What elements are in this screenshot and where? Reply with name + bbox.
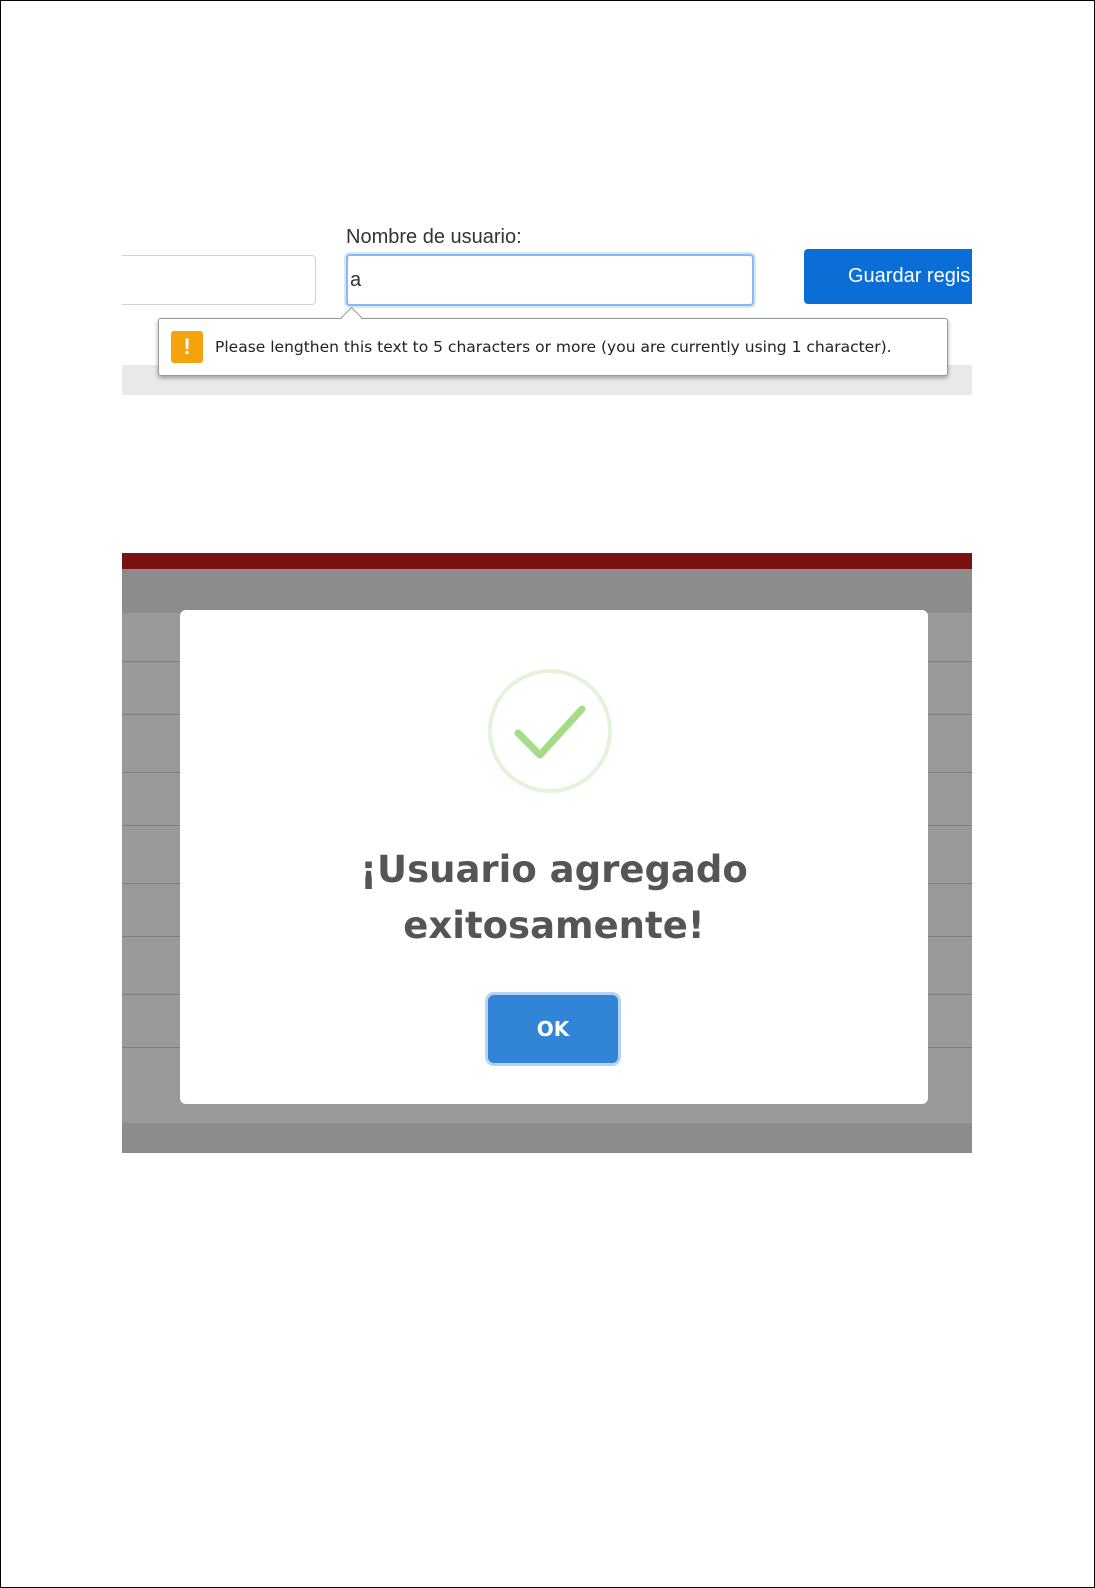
header-bar — [122, 553, 972, 569]
success-modal-panel: ¡Usuario agregado exitosamente! OK — [122, 553, 972, 1153]
validation-tooltip: ! Please lengthen this text to 5 charact… — [158, 318, 948, 376]
success-check-icon — [488, 669, 612, 793]
dialog-title-line-1: ¡Usuario agregado — [360, 848, 748, 891]
username-label: Nombre de usuario: — [346, 226, 522, 248]
success-dialog: ¡Usuario agregado exitosamente! OK — [180, 610, 928, 1104]
username-input[interactable] — [346, 254, 754, 306]
dialog-title-line-2: exitosamente! — [403, 904, 705, 947]
warning-icon: ! — [171, 331, 203, 363]
table-footer-shade — [122, 1123, 972, 1153]
dialog-title: ¡Usuario agregado exitosamente! — [180, 842, 928, 954]
ok-button[interactable]: OK — [488, 995, 618, 1063]
previous-field-input[interactable] — [122, 255, 316, 305]
validation-message: Please lengthen this text to 5 character… — [215, 338, 892, 356]
registration-form-panel: Nombre de usuario: Guardar regis ! Pleas… — [122, 200, 972, 395]
save-record-button[interactable]: Guardar regis — [804, 249, 972, 304]
table-header-shade — [122, 569, 972, 613]
